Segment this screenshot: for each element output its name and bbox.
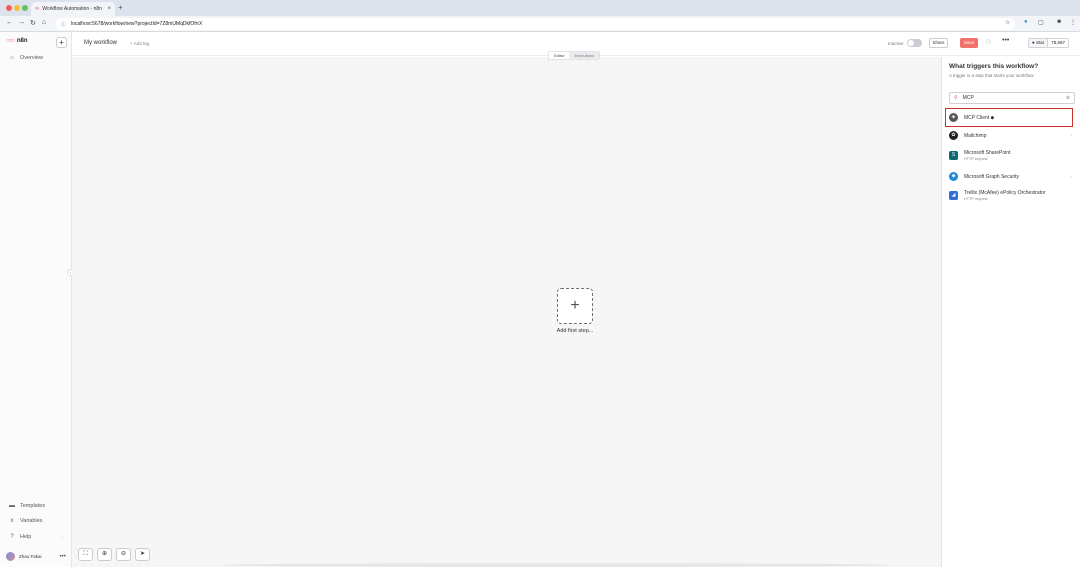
node-item-trellix-epo[interactable]: ◢ Trellix (McAfee) ePolicy Orchestrator … xyxy=(949,190,1075,201)
chevron-right-icon: › xyxy=(61,534,63,540)
back-icon[interactable]: ← xyxy=(6,19,13,26)
sidebar-item-label: Overview xyxy=(20,55,43,61)
pointer-icon: ➤ xyxy=(139,551,146,557)
node-name: Microsoft Graph Security xyxy=(964,173,1020,180)
workflow-menu-icon[interactable]: ••• xyxy=(1002,37,1009,44)
more-options-icon[interactable]: ••• xyxy=(60,554,66,560)
history-icon[interactable]: ◷ xyxy=(986,38,991,45)
chevron-right-icon: › xyxy=(1070,173,1072,180)
save-button[interactable]: Save xyxy=(960,38,978,48)
node-subtitle: HTTP request xyxy=(964,197,988,201)
browser-tab[interactable]: ∞ Workflow Automation - n8n × xyxy=(31,2,115,16)
sidebar-item-label: Templates xyxy=(20,503,46,509)
templates-icon: ▬ xyxy=(9,503,15,509)
fit-view-icon: ⛶ xyxy=(83,551,88,557)
n8n-logo[interactable]: ○○○ n8n xyxy=(6,38,28,44)
close-window-dot[interactable] xyxy=(6,5,12,11)
add-first-step-label: Add first step... xyxy=(556,328,594,334)
selected-node-highlight xyxy=(945,108,1073,127)
browser-tab-bar: ∞ Workflow Automation - n8n × + xyxy=(0,0,1080,16)
panel-title: What triggers this workflow? xyxy=(949,63,1039,70)
sidebar-item-templates[interactable]: ▬ Templates xyxy=(8,503,45,509)
zoom-in-icon: ⊕ xyxy=(101,551,108,557)
panel-subtitle: A trigger is a step that starts your wor… xyxy=(949,73,1034,78)
tab-title: Workflow Automation - n8n xyxy=(42,6,102,12)
trigger-panel: What triggers this workflow? A trigger i… xyxy=(941,57,1080,567)
logo-text: n8n xyxy=(16,38,28,44)
node-name: Trellix (McAfee) ePolicy Orchestrator xyxy=(964,190,1046,196)
active-status-label: Inactive xyxy=(888,41,904,46)
github-icon: ● xyxy=(1032,40,1035,45)
sharepoint-icon: S xyxy=(949,151,958,160)
add-tag-link[interactable]: + Add tag xyxy=(130,41,149,46)
sidebar-item-help[interactable]: ? Help › xyxy=(8,534,63,540)
workflow-canvas[interactable] xyxy=(72,57,941,567)
search-icon: ⚲ xyxy=(954,95,958,101)
variables-icon: x xyxy=(10,518,14,524)
avatar xyxy=(6,552,15,561)
clear-search-icon[interactable]: ⊗ xyxy=(1066,95,1070,101)
node-item-microsoft-graph-security[interactable]: ◆ Microsoft Graph Security › xyxy=(949,172,1075,181)
add-button[interactable]: + xyxy=(56,37,67,48)
editor-mode-switch: Editor Executions xyxy=(548,51,601,60)
browser-menu-icon[interactable]: ⋮ xyxy=(1070,19,1076,26)
sidebar: ○○○ n8n + ⌂ Overview ▬ Templates x Varia… xyxy=(0,32,72,567)
workflow-name[interactable]: My workflow xyxy=(84,40,117,46)
new-tab-icon[interactable]: + xyxy=(118,3,123,12)
home-icon[interactable]: ⌂ xyxy=(42,19,46,26)
address-bar[interactable]: ⓘ localhost:5678/workflow/new?projectId=… xyxy=(55,18,1015,30)
n8n-logo-icon: ○○○ xyxy=(6,38,15,44)
forward-icon[interactable]: → xyxy=(18,19,25,26)
sidebar-item-label: Variables xyxy=(20,518,43,524)
dock-shadow xyxy=(220,563,890,567)
pointer-tool-button[interactable]: ➤ xyxy=(135,548,150,561)
github-star-button[interactable]: ● Star 75,687 xyxy=(1028,38,1070,48)
node-name: Microsoft SharePoint xyxy=(964,150,1011,156)
zoom-in-button[interactable]: ⊕ xyxy=(97,548,112,561)
zoom-out-icon: ⊖ xyxy=(120,551,127,557)
tab-editor[interactable]: Editor xyxy=(549,52,570,59)
add-first-step-button[interactable]: + xyxy=(557,288,593,324)
search-value: MCP xyxy=(962,95,974,101)
user-name: Zhao Fakai xyxy=(19,554,42,559)
close-tab-icon[interactable]: × xyxy=(107,6,111,12)
site-info-icon[interactable]: ⓘ xyxy=(61,21,66,28)
active-toggle[interactable] xyxy=(907,39,922,47)
maximize-window-dot[interactable] xyxy=(22,5,28,11)
trellix-icon: ◢ xyxy=(949,191,958,200)
minimize-window-dot[interactable] xyxy=(14,5,20,11)
sidebar-item-variables[interactable]: x Variables xyxy=(8,518,43,524)
chevron-right-icon: › xyxy=(1070,132,1072,139)
home-icon: ⌂ xyxy=(10,55,14,61)
n8n-favicon-icon: ∞ xyxy=(35,6,40,12)
sidebar-item-overview[interactable]: ⌂ Overview xyxy=(8,55,43,61)
node-subtitle: HTTP request xyxy=(964,157,988,161)
bookmark-star-icon[interactable]: ☆ xyxy=(1005,19,1010,26)
extensions-puzzle-icon[interactable]: ▢ xyxy=(1038,19,1044,26)
mailchimp-icon: ✿ xyxy=(949,131,958,140)
star-label: Star xyxy=(1035,40,1045,45)
fit-view-button[interactable]: ⛶ xyxy=(78,548,93,561)
extension-icon[interactable]: ● xyxy=(1024,19,1028,25)
node-name: Mailchimp xyxy=(964,132,987,139)
sidebar-item-label: Help xyxy=(20,534,32,540)
share-button[interactable]: Share xyxy=(929,38,948,48)
star-count: 75,687 xyxy=(1048,39,1069,47)
url-text: localhost:5678/workflow/new?projectId=7Z… xyxy=(71,21,203,27)
zoom-out-button[interactable]: ⊖ xyxy=(116,548,131,561)
reload-icon[interactable]: ↻ xyxy=(30,19,36,27)
node-item-microsoft-sharepoint[interactable]: S Microsoft SharePoint HTTP request xyxy=(949,150,1075,161)
tab-executions[interactable]: Executions xyxy=(569,52,600,59)
browser-toolbar: ← → ↻ ⌂ ⓘ localhost:5678/workflow/new?pr… xyxy=(0,16,1080,32)
node-item-mailchimp[interactable]: ✿ Mailchimp › xyxy=(949,131,1075,140)
user-menu[interactable]: Zhao Fakai ••• xyxy=(6,552,66,561)
profile-icon[interactable]: ☻ xyxy=(1056,19,1062,25)
help-icon: ? xyxy=(10,534,14,540)
trigger-search-input[interactable]: ⚲ MCP ⊗ xyxy=(949,92,1075,104)
graph-security-icon: ◆ xyxy=(949,172,958,181)
